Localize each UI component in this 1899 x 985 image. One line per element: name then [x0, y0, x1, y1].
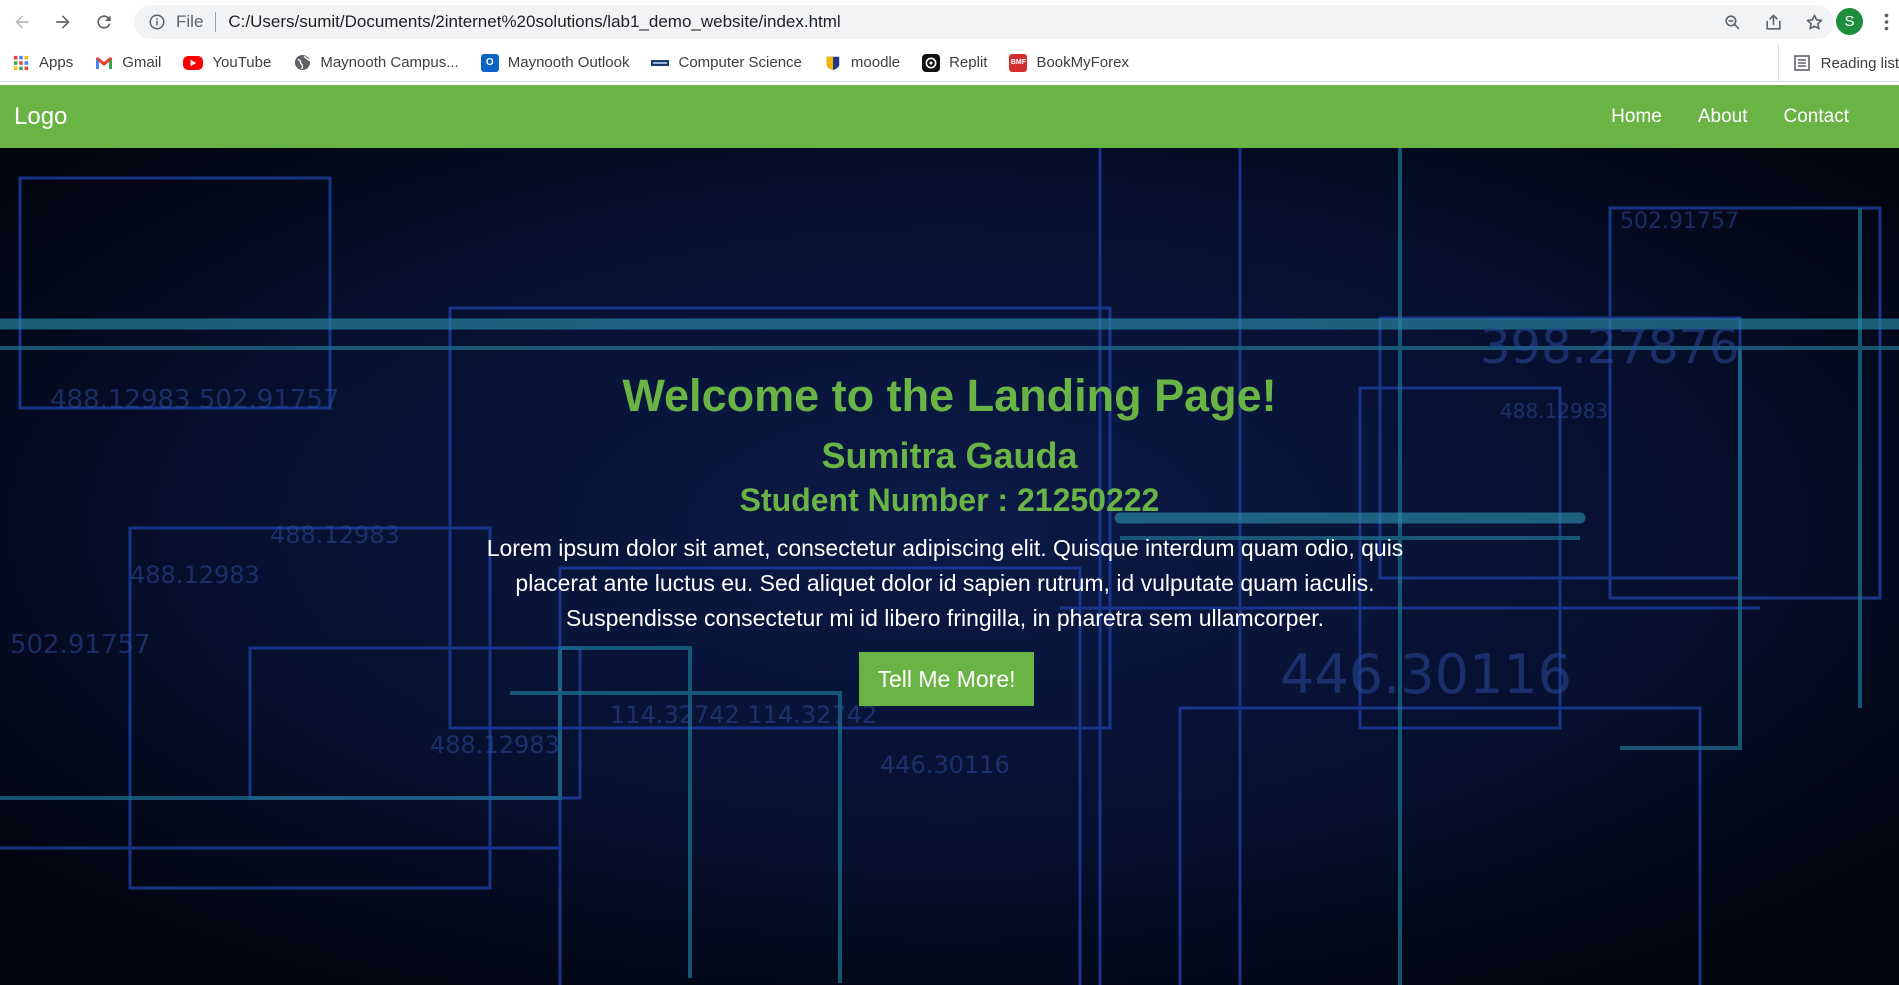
browser-toolbar: File C:/Users/sumit/Documents/2internet%… — [0, 0, 1899, 44]
reading-list-button[interactable]: Reading list — [1777, 44, 1899, 82]
bookmark-label: Gmail — [122, 54, 162, 71]
url-text[interactable]: C:/Users/sumit/Documents/2internet%20sol… — [228, 12, 840, 32]
hero-content: Welcome to the Landing Page! Sumitra Gau… — [0, 148, 1899, 985]
bookmark-label: Maynooth Campus... — [320, 54, 459, 71]
hero-description: Lorem ipsum dolor sit amet, consectetur … — [486, 535, 1404, 631]
omnibox-divider — [215, 12, 217, 32]
tell-me-more-button[interactable]: Tell Me More! — [859, 652, 1034, 706]
bookmark-maynooth-campus[interactable]: Maynooth Campus... — [293, 54, 459, 72]
page-scrollbar[interactable] — [1895, 85, 1899, 985]
zoom-icon[interactable] — [1723, 13, 1742, 32]
bookmark-label: Replit — [949, 54, 988, 71]
forward-arrow-icon — [56, 15, 70, 29]
bookmark-bookmyforex[interactable]: BMF BookMyForex — [1009, 53, 1129, 72]
nav-home-link[interactable]: Home — [1611, 106, 1662, 128]
reload-icon — [97, 15, 111, 29]
apps-grid-icon — [12, 54, 30, 72]
bookmark-label: Maynooth Outlook — [507, 54, 630, 71]
replit-icon — [922, 53, 941, 72]
bookmark-label: BookMyForex — [1036, 54, 1129, 71]
bookmarks-bar: Apps Gmail YouTube Maynooth Campus... O … — [0, 44, 1899, 82]
bookmark-youtube[interactable]: YouTube — [183, 54, 271, 71]
bookmark-replit[interactable]: Replit — [922, 53, 988, 72]
site-logo[interactable]: Logo — [14, 103, 67, 131]
bookmark-label: YouTube — [212, 54, 272, 71]
bookmark-apps[interactable]: Apps — [12, 54, 73, 72]
bookmyforex-icon: BMF — [1009, 53, 1028, 72]
hero-student-name: Sumitra Gauda — [821, 435, 1078, 476]
forward-button[interactable] — [43, 2, 83, 42]
bookmark-computer-science[interactable]: Computer Science — [651, 54, 802, 72]
back-arrow-icon — [15, 15, 29, 29]
profile-avatar[interactable]: S — [1836, 8, 1863, 35]
info-icon[interactable] — [148, 13, 166, 31]
bookmark-label: moodle — [850, 54, 901, 71]
reload-button[interactable] — [84, 2, 124, 42]
outlook-icon: O — [480, 53, 499, 72]
star-icon[interactable] — [1805, 13, 1824, 32]
bookmark-gmail[interactable]: Gmail — [95, 54, 161, 72]
file-scheme-label: File — [176, 12, 204, 31]
globe-icon — [293, 54, 311, 72]
gmail-icon — [95, 54, 113, 72]
address-bar[interactable]: File C:/Users/sumit/Documents/2internet%… — [134, 5, 1834, 39]
bookmark-label: Apps — [39, 54, 74, 71]
youtube-icon — [183, 55, 204, 70]
nav-links: Home About Contact — [1611, 106, 1849, 128]
omnibox-actions — [1723, 5, 1824, 39]
share-icon[interactable] — [1764, 13, 1783, 32]
hero-title: Welcome to the Landing Page! — [622, 370, 1277, 421]
cs-icon — [651, 54, 670, 72]
nav-contact-link[interactable]: Contact — [1784, 106, 1849, 128]
browser-menu-icon[interactable] — [1878, 10, 1894, 34]
hero-section: 488.12983 502.91757 488.12983 488.12983 … — [0, 148, 1899, 985]
hero-student-number: Student Number : 21250222 — [739, 482, 1160, 518]
bookmark-label: Computer Science — [678, 54, 802, 71]
moodle-icon — [824, 54, 842, 72]
reading-list-label: Reading list — [1820, 54, 1899, 72]
bookmark-maynooth-outlook[interactable]: O Maynooth Outlook — [480, 53, 630, 72]
back-button[interactable] — [2, 2, 42, 42]
reading-list-icon — [1793, 55, 1810, 71]
bookmark-moodle[interactable]: moodle — [824, 54, 900, 72]
site-navbar: Logo Home About Contact — [0, 85, 1899, 148]
nav-about-link[interactable]: About — [1698, 106, 1748, 128]
